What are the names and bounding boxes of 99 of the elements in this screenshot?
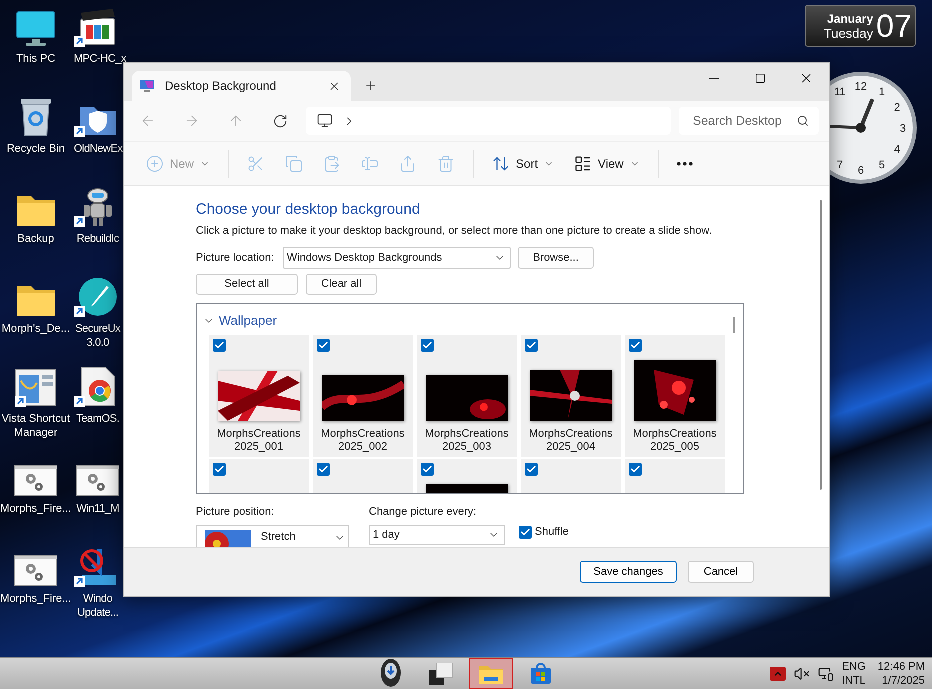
checkbox[interactable] [629, 463, 642, 476]
toolbar-button[interactable]: Sort [482, 148, 564, 180]
picture-name: MorphsCreations 2025_004 [529, 428, 613, 454]
checkbox[interactable] [421, 339, 434, 352]
shuffle-checkbox[interactable]: Shuffle [519, 524, 570, 540]
checkbox[interactable] [421, 463, 434, 476]
monitor-icon [139, 79, 155, 93]
muted-speaker-icon[interactable] [794, 666, 810, 682]
checkbox[interactable] [213, 463, 226, 476]
toolbar-button[interactable]: View [564, 148, 650, 180]
picture-tile[interactable]: MorphsCreations 2025_003 [417, 335, 517, 457]
desktop-shortcut[interactable]: Morphs_Fire... [0, 540, 72, 630]
select-all-button[interactable]: Select all [196, 274, 298, 295]
plus-icon [364, 79, 378, 93]
picture-name: MorphsCreations 2025_002 [321, 428, 405, 454]
interval-label: Change picture every: [369, 505, 478, 519]
folder-icon [16, 193, 56, 227]
up-arrow-icon [228, 113, 244, 129]
language-label[interactable]: ENG [842, 660, 866, 674]
checkbox[interactable] [525, 463, 538, 476]
checkbox[interactable] [519, 526, 532, 538]
folder-icon [479, 664, 503, 684]
maximize-icon [754, 72, 766, 84]
save-changes-button[interactable]: Save changes [580, 561, 677, 583]
browser-icon [80, 367, 116, 407]
copy-icon [285, 154, 304, 172]
task-view-icon [429, 662, 453, 684]
tab-title: Desktop Background [165, 78, 278, 95]
desktop-shortcut[interactable]: SecureUx 3.0.0 [72, 270, 123, 360]
desktop-shortcut[interactable]: Win11_M [72, 450, 123, 540]
monitor-icon [16, 11, 56, 47]
cut-icon [247, 154, 266, 172]
refresh-icon [272, 114, 288, 128]
picture-tile[interactable]: MorphsCreations 2025_002 [313, 335, 413, 457]
folder-icon [16, 283, 56, 317]
gears-window-icon [14, 555, 58, 587]
rename-icon [361, 154, 380, 172]
day-number: 07 [876, 9, 912, 43]
description-text: Click a picture to make it your desktop background, or select more than one picture to create a slide show. [196, 224, 714, 238]
checkbox[interactable] [213, 339, 226, 352]
blocked-download-icon [78, 547, 118, 587]
more-icon [676, 162, 693, 166]
keyboard-layout-label[interactable]: INTL [842, 674, 866, 688]
location-label: Picture location: [196, 250, 276, 266]
clear-all-button[interactable]: Clear all [306, 274, 377, 295]
interval-dropdown[interactable]: 1 day [369, 525, 505, 545]
desktop-shortcut[interactable]: TeamOS. [72, 360, 123, 450]
picture-name: MorphsCreations 2025_005 [633, 428, 717, 454]
browse-button[interactable]: Browse... [518, 247, 594, 269]
search-field[interactable]: Search Desktop [679, 107, 819, 135]
paste-icon [323, 154, 342, 172]
checkbox[interactable] [317, 339, 330, 352]
trash-icon [437, 154, 456, 172]
scrollbar[interactable] [733, 317, 735, 333]
desktop-shortcut[interactable]: Windo Update... [72, 540, 123, 630]
shopping-bag-icon [530, 662, 552, 684]
recycle-bin-icon [19, 97, 53, 137]
picture-name: MorphsCreations 2025_001 [217, 428, 301, 454]
checkbox[interactable] [317, 463, 330, 476]
clapperboard-icon [78, 9, 118, 47]
checkbox[interactable] [629, 339, 642, 352]
desktop-shortcut[interactable]: Vista Shortcut Manager [0, 360, 72, 450]
brush-icon [78, 277, 118, 317]
sort-icon [492, 154, 510, 172]
weekday-label: Tuesday [824, 26, 874, 40]
network-icon[interactable] [818, 666, 834, 682]
plus-circle-icon [146, 154, 164, 172]
app-window-icon [15, 369, 57, 407]
clock-time[interactable]: 12:46 PM [878, 660, 925, 674]
gears-window-icon [76, 465, 120, 497]
page-heading: Choose your desktop background [196, 200, 422, 220]
search-icon [797, 115, 809, 127]
gears-window-icon [14, 465, 58, 497]
position-label: Picture position: [196, 505, 276, 519]
desktop-shortcut[interactable]: Morphs_Fire... [0, 450, 72, 540]
list-icon [574, 154, 592, 172]
desktop-shortcut[interactable]: Backup [0, 180, 72, 270]
clock-date[interactable]: 1/7/2025 [882, 674, 925, 688]
share-icon [399, 154, 418, 172]
desktop-shortcut[interactable]: OldNewEx [72, 90, 123, 180]
position-dropdown[interactable]: Stretch [196, 525, 349, 547]
desktop-shortcut[interactable]: RebuildIc [72, 180, 123, 270]
tab[interactable]: Desktop Background [132, 71, 351, 101]
desktop-shortcut[interactable]: Recycle Bin [0, 90, 72, 180]
cancel-button[interactable]: Cancel [688, 561, 754, 583]
picture-tile[interactable]: MorphsCreations 2025_001 [209, 335, 309, 457]
monitor-icon [317, 113, 333, 129]
picture-name: MorphsCreations 2025_003 [425, 428, 509, 454]
location-dropdown[interactable]: Windows Desktop Backgrounds [283, 247, 511, 269]
desktop-shortcut[interactable]: This PC [0, 0, 72, 90]
picture-tile[interactable]: MorphsCreations 2025_004 [521, 335, 621, 457]
picture-tile[interactable]: MorphsCreations 2025_005 [625, 335, 725, 457]
desktop-shortcut[interactable]: Morph's_De... [0, 270, 72, 360]
checkbox[interactable] [525, 339, 538, 352]
alien-head-icon [380, 658, 402, 688]
scrollbar[interactable] [820, 200, 822, 490]
tray-expand-button[interactable] [770, 666, 786, 680]
month-label: January [827, 12, 874, 26]
group-header[interactable]: Wallpaper [203, 312, 278, 330]
